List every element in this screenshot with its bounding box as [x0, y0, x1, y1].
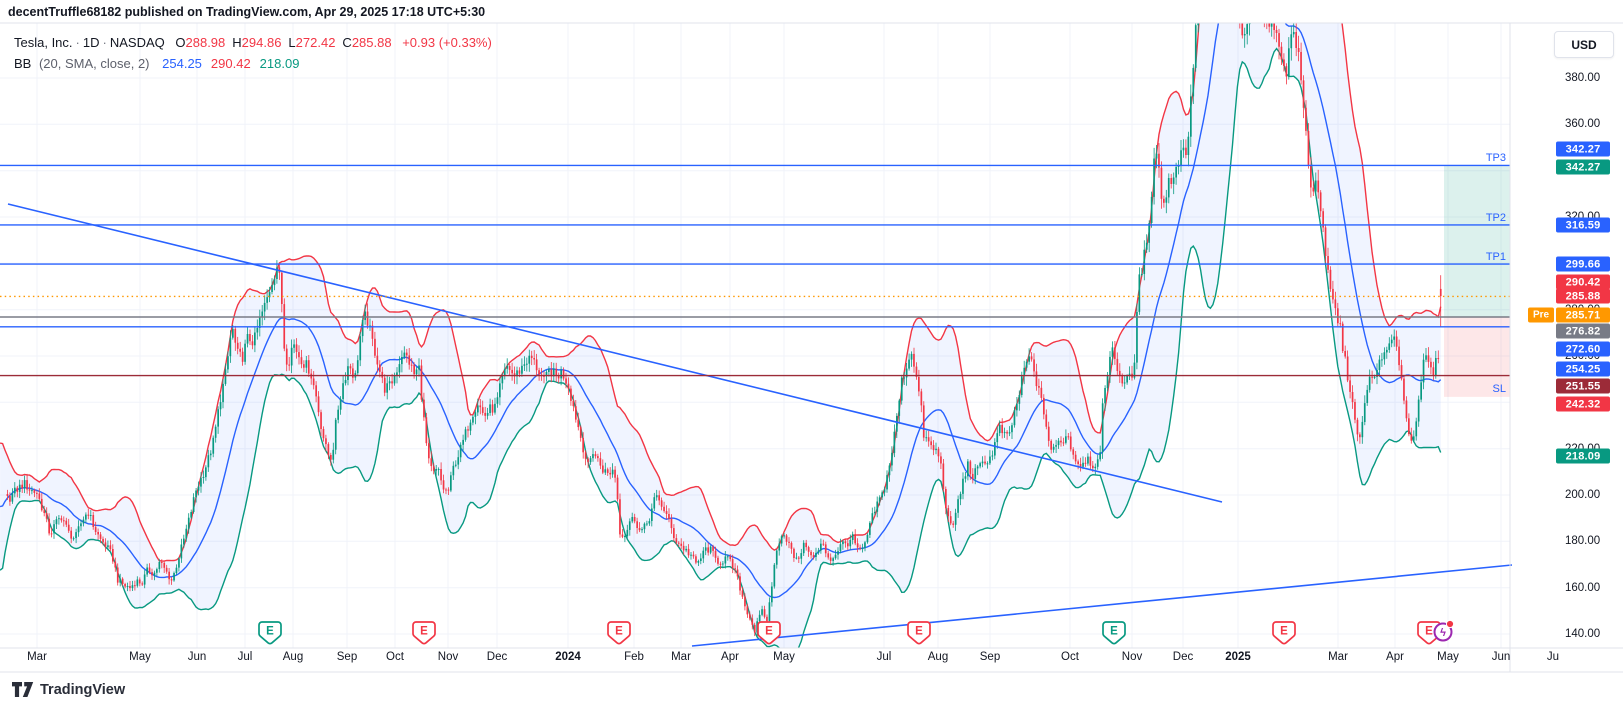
time-label: Dec	[465, 651, 529, 663]
ohlc-value: 288.98	[186, 35, 226, 50]
earnings-badge[interactable]: E	[413, 622, 435, 644]
ohlc-value: 294.86	[242, 35, 282, 50]
symbol-legend-row[interactable]: Tesla, Inc.·1D·NASDAQ O288.98H294.86L272…	[14, 32, 492, 53]
zone-label-tp2: TP2	[1466, 212, 1506, 224]
price-badge: 251.55	[1556, 379, 1610, 394]
indicator-values: 254.25 290.42 218.09	[153, 56, 299, 71]
ohlc-values: O288.98 H294.86 L272.42 C285.88	[168, 35, 391, 50]
svg-text:E: E	[615, 626, 623, 638]
currency-toggle-button[interactable]: USD	[1554, 31, 1614, 58]
earnings-markers[interactable]: E E E E E E E Eϟ	[259, 620, 1454, 643]
price-badge: 242.32	[1556, 397, 1610, 412]
symbol-title: Tesla, Inc.	[14, 35, 73, 50]
legend-separator: ·	[73, 35, 83, 50]
svg-text:E: E	[915, 626, 923, 638]
price-badge: 299.66	[1556, 257, 1610, 272]
earnings-badge[interactable]: E	[608, 622, 630, 644]
ohlc-value: 272.42	[296, 35, 336, 50]
exchange-label: NASDAQ	[110, 35, 165, 50]
price-badge: 316.59	[1556, 218, 1610, 233]
time-label: May	[108, 651, 172, 663]
indicator-value: 290.42	[211, 56, 251, 71]
horizontal-lines[interactable]	[0, 165, 1510, 375]
price-badge: 218.09	[1556, 449, 1610, 464]
premarket-tag: Pre	[1528, 308, 1554, 323]
indicator-value: 218.09	[260, 56, 300, 71]
zone-label-tp3: TP3	[1466, 152, 1506, 164]
zone-label-tp1: TP1	[1466, 251, 1506, 263]
time-label: May	[752, 651, 816, 663]
chart-legend[interactable]: Tesla, Inc.·1D·NASDAQ O288.98H294.86L272…	[14, 32, 492, 74]
svg-text:E: E	[1280, 626, 1288, 638]
svg-text:E: E	[420, 626, 428, 638]
tradingview-logo-icon	[12, 681, 34, 698]
price-badge: 254.25	[1556, 362, 1610, 377]
price-tick: 140.00	[1565, 628, 1623, 640]
price-tick: 200.00	[1565, 489, 1623, 501]
price-tick: 180.00	[1565, 535, 1623, 547]
svg-text:E: E	[1425, 626, 1433, 638]
price-badge: 272.60	[1556, 342, 1610, 357]
price-badge: 290.42	[1556, 275, 1610, 290]
price-tick: 360.00	[1565, 118, 1623, 130]
ohlc-key: O	[175, 35, 185, 50]
legend-separator: ·	[100, 35, 110, 50]
zone-label-sl: SL	[1466, 383, 1506, 395]
chart-canvas[interactable]: E E E E E E E Eϟ	[0, 0, 1623, 708]
time-label: Mar	[1306, 651, 1370, 663]
bollinger-bands	[0, 0, 1441, 657]
svg-text:E: E	[266, 626, 274, 638]
price-tick: 380.00	[1565, 72, 1623, 84]
tradingview-published-chart: decentTruffle68182 published on TradingV…	[0, 0, 1623, 708]
svg-text:E: E	[1110, 626, 1118, 638]
time-label: 2024	[536, 651, 600, 663]
price-badge: 276.82	[1556, 324, 1610, 339]
earnings-badge[interactable]: E	[908, 622, 930, 644]
tradingview-logo-text: TradingView	[40, 682, 125, 698]
price-tick: 160.00	[1565, 582, 1623, 594]
position-zones[interactable]	[1444, 165, 1510, 397]
indicator-params: (20, SMA, close, 2)	[39, 56, 150, 71]
price-badge: 285.88	[1556, 289, 1610, 304]
time-label: Mar	[5, 651, 69, 663]
ohlc-value: 285.88	[352, 35, 392, 50]
ohlc-key: L	[288, 35, 295, 50]
indicator-value: 254.25	[162, 56, 202, 71]
svg-text:E: E	[765, 626, 773, 638]
target-zone	[1444, 165, 1510, 317]
price-badge: 285.71	[1556, 308, 1610, 323]
price-badge: 342.27	[1556, 142, 1610, 157]
time-label: Sep	[958, 651, 1022, 663]
indicator-legend-row[interactable]: BB (20, SMA, close, 2) 254.25 290.42 218.0…	[14, 53, 492, 74]
earnings-badge[interactable]: E	[1103, 622, 1125, 644]
change-value: +0.93 (+0.33%)	[402, 35, 492, 50]
time-label: Ju	[1521, 651, 1585, 663]
time-label: 2025	[1206, 651, 1270, 663]
tradingview-logo[interactable]: TradingView	[12, 681, 125, 698]
notification-dot	[1446, 620, 1453, 627]
time-label: Oct	[1038, 651, 1102, 663]
indicator-name: BB	[14, 56, 31, 71]
ohlc-key: H	[232, 35, 241, 50]
bollinger-fill	[0, 0, 1441, 657]
timeframe-label: 1D	[83, 35, 100, 50]
earnings-badge[interactable]: E	[1273, 622, 1295, 644]
price-badge: 342.27	[1556, 160, 1610, 175]
ohlc-key: C	[342, 35, 351, 50]
earnings-badge[interactable]: E	[259, 622, 281, 644]
svg-text:ϟ: ϟ	[1440, 627, 1446, 639]
